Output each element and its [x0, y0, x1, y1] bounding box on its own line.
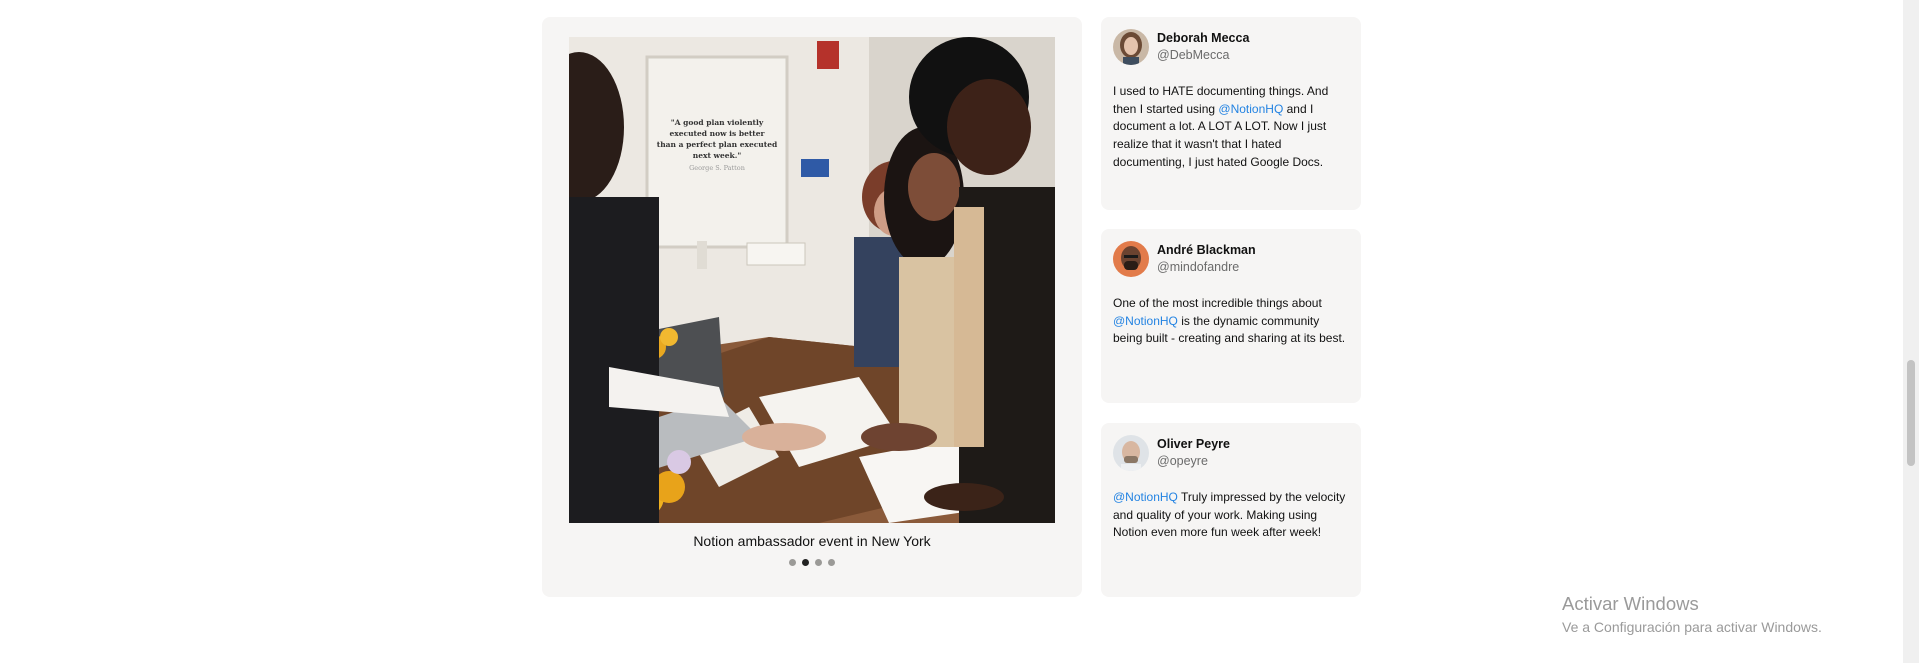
watermark-subtitle: Ve a Configuración para activar Windows.: [1562, 619, 1822, 635]
author-handle[interactable]: @opeyre: [1157, 453, 1230, 470]
mention-link[interactable]: @NotionHQ: [1113, 490, 1178, 504]
author-name[interactable]: Oliver Peyre: [1157, 436, 1230, 453]
event-photo: "A good plan violently executed now is b…: [569, 37, 1055, 523]
windows-activation-watermark: Activar Windows Ve a Configuración para …: [1562, 593, 1822, 635]
carousel-dot-4[interactable]: [828, 559, 835, 566]
carousel-pagination: [542, 559, 1082, 566]
page: "A good plan violently executed now is b…: [0, 0, 1919, 663]
svg-text:than a perfect plan executed: than a perfect plan executed: [657, 140, 778, 149]
author-handle[interactable]: @DebMecca: [1157, 47, 1249, 64]
tweet-text: I used to HATE documenting things. And t…: [1113, 83, 1349, 172]
author-info: Oliver Peyre @opeyre: [1157, 436, 1230, 470]
tweet-header: Oliver Peyre @opeyre: [1113, 435, 1349, 471]
mention-link[interactable]: @NotionHQ: [1113, 314, 1178, 328]
photo-carousel: "A good plan violently executed now is b…: [542, 17, 1082, 597]
tweet-text: @NotionHQ Truly impressed by the velocit…: [1113, 489, 1349, 542]
vertical-scrollbar[interactable]: [1903, 0, 1919, 663]
author-info: André Blackman @mindofandre: [1157, 242, 1256, 276]
photo-caption: Notion ambassador event in New York: [693, 533, 931, 549]
author-handle[interactable]: @mindofandre: [1157, 259, 1256, 276]
author-name[interactable]: Deborah Mecca: [1157, 30, 1249, 47]
carousel-dot-1[interactable]: [789, 559, 796, 566]
svg-text:George S. Patton: George S. Patton: [689, 164, 745, 172]
tweet-card[interactable]: André Blackman @mindofandre One of the m…: [1101, 229, 1361, 403]
carousel-dot-2[interactable]: [802, 559, 809, 566]
tweet-card[interactable]: Deborah Mecca @DebMecca I used to HATE d…: [1101, 17, 1361, 210]
carousel-dot-3[interactable]: [815, 559, 822, 566]
svg-text:executed now is better: executed now is better: [670, 129, 766, 138]
tweet-header: André Blackman @mindofandre: [1113, 241, 1349, 277]
tweet-header: Deborah Mecca @DebMecca: [1113, 29, 1349, 65]
mention-link[interactable]: @NotionHQ: [1218, 102, 1283, 116]
svg-text:next week.": next week.": [693, 151, 742, 160]
author-info: Deborah Mecca @DebMecca: [1157, 30, 1249, 64]
tweet-card[interactable]: Oliver Peyre @opeyre @NotionHQ Truly imp…: [1101, 423, 1361, 597]
tweet-text-part: One of the most incredible things about: [1113, 296, 1322, 310]
tweet-text: One of the most incredible things about …: [1113, 295, 1349, 348]
watermark-title: Activar Windows: [1562, 593, 1699, 614]
author-name[interactable]: André Blackman: [1157, 242, 1256, 259]
avatar[interactable]: [1113, 435, 1149, 471]
avatar[interactable]: [1113, 241, 1149, 277]
avatar[interactable]: [1113, 29, 1149, 65]
scrollbar-thumb[interactable]: [1907, 360, 1915, 466]
svg-text:"A good plan violently: "A good plan violently: [671, 118, 764, 127]
